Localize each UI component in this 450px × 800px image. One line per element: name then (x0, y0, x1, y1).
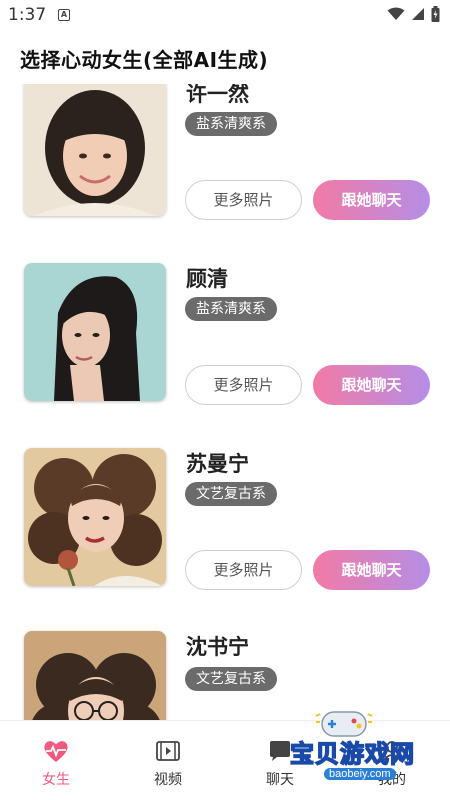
more-photos-button[interactable]: 更多照片 (185, 180, 302, 220)
girl-photo[interactable] (24, 631, 166, 720)
style-tag: 盐系清爽系 (185, 297, 277, 321)
girl-photo[interactable] (24, 448, 166, 586)
girl-card: 顾清 盐系清爽系 更多照片 跟她聊天 (0, 255, 450, 440)
notification-a-icon: A (58, 9, 70, 21)
girl-photo[interactable] (24, 263, 166, 401)
status-bar: 1:37 A (0, 0, 450, 30)
watermark-url: baobeiy.com (324, 768, 396, 780)
girl-card: 许一然 盐系清爽系 更多照片 跟她聊天 (0, 84, 450, 255)
more-photos-button[interactable]: 更多照片 (185, 550, 302, 590)
chat-with-her-button[interactable]: 跟她聊天 (313, 180, 430, 220)
girl-name: 许一然 (186, 84, 249, 106)
style-tag: 文艺复古系 (185, 667, 277, 691)
girl-name: 顾清 (186, 267, 228, 291)
girl-card: 苏曼宁 文艺复古系 更多照片 跟她聊天 (0, 440, 450, 625)
more-photos-button[interactable]: 更多照片 (185, 365, 302, 405)
style-tag: 文艺复古系 (185, 482, 277, 506)
tab-label: 女生 (42, 772, 70, 788)
girl-name: 沈书宁 (186, 635, 249, 659)
girl-photo[interactable] (24, 84, 166, 216)
signal-icon (412, 8, 424, 20)
chat-with-her-button[interactable]: 跟她聊天 (313, 550, 430, 590)
tab-video[interactable]: 视频 (112, 721, 224, 800)
status-icons (387, 6, 440, 22)
tab-label: 视频 (154, 772, 182, 788)
battery-icon (431, 6, 440, 22)
video-icon (156, 741, 180, 761)
status-time: 1:37 (8, 5, 47, 25)
style-tag: 盐系清爽系 (185, 112, 277, 136)
girl-name: 苏曼宁 (186, 452, 249, 476)
chat-with-her-button[interactable]: 跟她聊天 (313, 365, 430, 405)
wifi-icon (387, 7, 405, 20)
girl-list[interactable]: 许一然 盐系清爽系 更多照片 跟她聊天 顾清 盐系清爽系 更多照片 跟她聊天 苏… (0, 84, 450, 720)
watermark-text: 宝贝游戏网 (289, 739, 415, 769)
site-watermark: 宝贝游戏网 baobeiy.com (270, 706, 420, 786)
heart-pulse-icon (44, 741, 68, 762)
page-title: 选择心动女生(全部AI生成) (20, 48, 269, 72)
tab-girls[interactable]: 女生 (0, 721, 112, 800)
